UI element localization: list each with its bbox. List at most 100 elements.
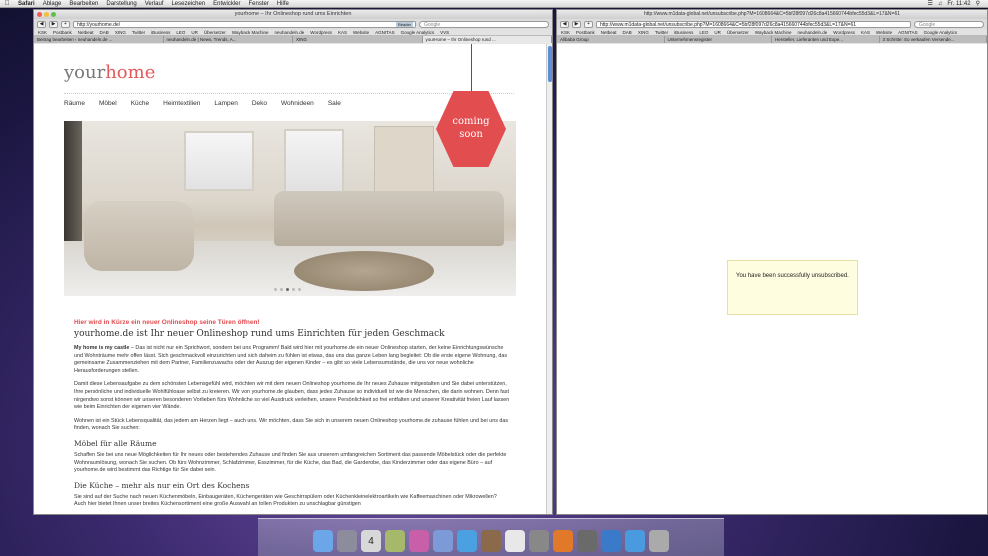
- scroll-thumb[interactable]: [548, 46, 552, 82]
- browser-tab[interactable]: yourHome – Ihr Onlineshop rund ...: [422, 36, 552, 43]
- nav-item-möbel[interactable]: Möbel: [99, 100, 117, 107]
- menu-ablage[interactable]: Ablage: [39, 1, 66, 7]
- menu-safari[interactable]: Safari: [14, 1, 39, 7]
- bookmark-item[interactable]: Wayback Machine: [232, 30, 269, 35]
- browser-tab[interactable]: Alibaba Group: [557, 36, 665, 43]
- clock[interactable]: Fr. 11:42: [947, 1, 970, 7]
- bookmark-item[interactable]: AGNITAS: [898, 30, 917, 35]
- reader-button[interactable]: Reader: [395, 21, 413, 27]
- menu-entwickler[interactable]: Entwickler: [209, 1, 244, 7]
- slider-dot[interactable]: [280, 288, 283, 291]
- browser-tab[interactable]: Unternehmensregister: [665, 36, 772, 43]
- bookmark-item[interactable]: Website: [876, 30, 892, 35]
- forward-icon[interactable]: ▶: [49, 20, 58, 28]
- site-logo[interactable]: yourhome: [64, 62, 155, 83]
- mail-icon[interactable]: [433, 530, 453, 552]
- menu-darstellung[interactable]: Darstellung: [102, 1, 140, 7]
- bookmark-item[interactable]: Wordpress: [833, 30, 855, 35]
- bookmark-item[interactable]: LEO: [176, 30, 185, 35]
- menu-hilfe[interactable]: Hilfe: [273, 1, 293, 7]
- safari-icon[interactable]: [625, 530, 645, 552]
- slider-dot[interactable]: [298, 288, 301, 291]
- close-icon[interactable]: [37, 12, 42, 17]
- nav-item-sale[interactable]: Sale: [328, 100, 341, 107]
- minimize-icon[interactable]: [44, 12, 49, 17]
- zoom-icon[interactable]: [51, 12, 56, 17]
- bookmark-item[interactable]: Wayback Machine: [755, 30, 792, 35]
- browser-tab[interactable]: Beitrag bearbeiten ‹ neuhandeln.de ...: [34, 36, 164, 43]
- bookmark-item[interactable]: Google Analytics: [924, 30, 958, 35]
- photo-icon[interactable]: [385, 530, 405, 552]
- bookmark-item[interactable]: neuhandeln.de: [798, 30, 828, 35]
- slider-dot[interactable]: [274, 288, 277, 291]
- calendar-icon[interactable]: 4: [361, 530, 381, 552]
- bookmark-item[interactable]: iBusiness: [151, 30, 170, 35]
- vertical-scrollbar[interactable]: [546, 44, 552, 514]
- add-bookmark-icon[interactable]: +: [584, 20, 593, 28]
- menu-lesezeichen[interactable]: Lesezeichen: [167, 1, 209, 7]
- search-input[interactable]: Google: [914, 20, 984, 28]
- browser-tab[interactable]: XING: [293, 36, 423, 43]
- browser-tab[interactable]: 3 Schritte: So verkaufen Versende...: [880, 36, 987, 43]
- bookmark-item[interactable]: KSK: [38, 30, 47, 35]
- bookmark-item[interactable]: KSK: [561, 30, 570, 35]
- bookmark-item[interactable]: Google Analytics: [401, 30, 435, 35]
- bookmark-item[interactable]: Postbank: [576, 30, 595, 35]
- itunes-icon[interactable]: [457, 530, 477, 552]
- nav-item-räume[interactable]: Räume: [64, 100, 85, 107]
- bookmark-item[interactable]: Netbeat: [601, 30, 617, 35]
- trash-icon[interactable]: [649, 530, 669, 552]
- textedit-icon[interactable]: [505, 530, 525, 552]
- firefox-icon[interactable]: [553, 530, 573, 552]
- bookmark-item[interactable]: DAB: [623, 30, 632, 35]
- bookmark-item[interactable]: Wordpress: [310, 30, 332, 35]
- browser-tab[interactable]: neuhandeln.de | News, Trends, A...: [164, 36, 293, 43]
- menu-verlauf[interactable]: Verlauf: [141, 1, 168, 7]
- nvu-icon[interactable]: [601, 530, 621, 552]
- bookmark-item[interactable]: UR: [714, 30, 721, 35]
- apple-menu-icon[interactable]: : [0, 0, 14, 7]
- bookmark-item[interactable]: Übersetzer: [727, 30, 749, 35]
- wifi-icon[interactable]: ☰: [927, 0, 932, 7]
- search-input[interactable]: Google: [419, 20, 549, 28]
- bookmark-item[interactable]: Twitter: [132, 30, 145, 35]
- add-bookmark-icon[interactable]: +: [61, 20, 70, 28]
- back-icon[interactable]: ◀: [37, 20, 46, 28]
- back-icon[interactable]: ◀: [560, 20, 569, 28]
- browser-tab[interactable]: Hersteller, Lieferanten und Expe...: [772, 36, 880, 43]
- bookmark-item[interactable]: UR: [191, 30, 198, 35]
- nav-item-lampen[interactable]: Lampen: [214, 100, 238, 107]
- address-bar[interactable]: http://yourhome.de/ Reader: [73, 20, 416, 28]
- bookmark-item[interactable]: Übersetzer: [204, 30, 226, 35]
- volume-icon[interactable]: ♫: [938, 1, 943, 7]
- menu-bearbeiten[interactable]: Bearbeiten: [65, 1, 102, 7]
- gimp-icon[interactable]: [577, 530, 597, 552]
- bookmark-item[interactable]: Website: [353, 30, 369, 35]
- bookmark-item[interactable]: AGNITAS: [375, 30, 394, 35]
- coffee-icon[interactable]: [481, 530, 501, 552]
- menu-fenster[interactable]: Fenster: [245, 1, 273, 7]
- spotlight-icon[interactable]: ⚲: [976, 0, 980, 7]
- bookmark-item[interactable]: Netbeat: [78, 30, 94, 35]
- bookmark-item[interactable]: VVS: [440, 30, 449, 35]
- nav-item-küche[interactable]: Küche: [131, 100, 149, 107]
- calculator-icon[interactable]: [529, 530, 549, 552]
- nav-item-wohnideen[interactable]: Wohnideen: [281, 100, 314, 107]
- bookmark-item[interactable]: DAB: [100, 30, 109, 35]
- bookmark-item[interactable]: XING: [115, 30, 126, 35]
- slider-dot[interactable]: [286, 288, 289, 291]
- slider-dot[interactable]: [292, 288, 295, 291]
- bookmark-item[interactable]: iBusiness: [674, 30, 693, 35]
- nav-item-heimtextilien[interactable]: Heimtextilien: [163, 100, 200, 107]
- bookmark-item[interactable]: Postbank: [53, 30, 72, 35]
- address-bar[interactable]: http://www.m1data-global.net/unsubscribe…: [596, 20, 911, 28]
- finder-icon[interactable]: [313, 530, 333, 552]
- bookmark-item[interactable]: KAS: [861, 30, 870, 35]
- music-icon[interactable]: [409, 530, 429, 552]
- nav-item-deko[interactable]: Deko: [252, 100, 267, 107]
- bookmark-item[interactable]: neuhandeln.de: [275, 30, 305, 35]
- bookmark-item[interactable]: XING: [638, 30, 649, 35]
- forward-icon[interactable]: ▶: [572, 20, 581, 28]
- bookmark-item[interactable]: KAS: [338, 30, 347, 35]
- bookmark-item[interactable]: LEO: [699, 30, 708, 35]
